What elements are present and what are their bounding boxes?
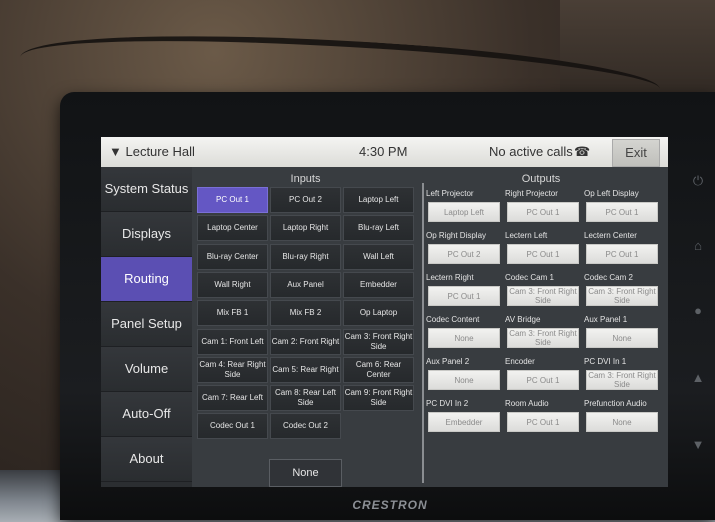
phone-icon: ☎ (574, 144, 591, 159)
input-button-laptop-center[interactable]: Laptop Center (197, 215, 268, 242)
input-button-cam-1-front-left[interactable]: Cam 1: Front Left (197, 328, 268, 355)
output-route-room-audio[interactable]: PC Out 1 (507, 412, 579, 432)
output-route-lectern-right[interactable]: PC Out 1 (428, 286, 500, 306)
input-button-cam-4-rear-right-side[interactable]: Cam 4: Rear Right Side (197, 356, 268, 383)
input-button-mix-fb-2[interactable]: Mix FB 2 (270, 300, 341, 327)
input-button-blu-ray-center[interactable]: Blu-ray Center (197, 243, 268, 270)
output-route-prefunction-audio[interactable]: None (586, 412, 658, 432)
output-route-left-projector[interactable]: Laptop Left (428, 202, 500, 222)
input-button-cam-8-rear-left-side[interactable]: Cam 8: Rear Left Side (270, 385, 341, 412)
output-label-av-bridge: AV Bridge (505, 315, 541, 324)
power-icon[interactable]: ⏻ (690, 173, 706, 189)
output-label-op-left-display: Op Left Display (584, 189, 639, 198)
exit-button[interactable]: Exit (612, 139, 660, 167)
inputs-title: Inputs (290, 173, 321, 185)
output-label-aux-panel-1: Aux Panel 1 (584, 315, 628, 324)
sidebar-item-volume[interactable]: Volume (101, 347, 192, 392)
output-route-codec-content[interactable]: None (428, 328, 500, 348)
brand-logo: CRESTRON (352, 498, 428, 512)
output-label-op-right-display: Op Right Display (426, 231, 487, 240)
clock: 4:30 PM (359, 144, 408, 159)
outputs-title: Outputs (521, 173, 561, 185)
input-button-blu-ray-right[interactable]: Blu-ray Right (270, 243, 341, 270)
room-name: Lecture Hall (125, 144, 195, 159)
output-route-av-bridge[interactable]: Cam 3: Front Right Side (507, 328, 579, 348)
sidebar-item-routing[interactable]: Routing (101, 257, 192, 302)
output-label-lectern-left: Lectern Left (505, 231, 548, 240)
output-route-right-projector[interactable]: PC Out 1 (507, 202, 579, 222)
input-button-codec-out-2[interactable]: Codec Out 2 (270, 413, 341, 440)
sidebar-item-displays[interactable]: Displays (101, 212, 192, 257)
output-route-encoder[interactable]: PC Out 1 (507, 370, 579, 390)
input-button-codec-out-1[interactable]: Codec Out 1 (197, 413, 268, 440)
output-label-codec-cam-1: Codec Cam 1 (505, 273, 554, 282)
output-label-right-projector: Right Projector (505, 189, 558, 198)
up-arrow-icon[interactable]: ▲ (690, 370, 706, 386)
output-label-pc-dvi-in-1: PC DVI In 1 (584, 357, 627, 366)
input-button-mix-fb-1[interactable]: Mix FB 1 (197, 300, 268, 327)
input-button-op-laptop[interactable]: Op Laptop (343, 300, 414, 327)
output-route-pc-dvi-in-2[interactable]: Embedder (428, 412, 500, 432)
input-button-pc-out-1[interactable]: PC Out 1 (197, 187, 268, 213)
output-label-aux-panel-2: Aux Panel 2 (426, 357, 470, 366)
output-route-op-right-display[interactable]: PC Out 2 (428, 244, 500, 264)
input-button-embedder[interactable]: Embedder (343, 271, 414, 298)
sidebar-item-system-status[interactable]: System Status (101, 167, 192, 212)
top-bar: ▼ Lecture Hall 4:30 PM No active calls ☎… (101, 137, 668, 167)
output-label-codec-content: Codec Content (426, 315, 480, 324)
call-status: No active calls (489, 144, 573, 159)
input-button-cam-6-rear-center[interactable]: Cam 6: Rear Center (343, 356, 414, 383)
input-button-wall-right[interactable]: Wall Right (197, 271, 268, 298)
output-route-lectern-center[interactable]: PC Out 1 (586, 244, 658, 264)
sidebar-item-panel-setup[interactable]: Panel Setup (101, 302, 192, 347)
output-route-aux-panel-2[interactable]: None (428, 370, 500, 390)
output-route-lectern-left[interactable]: PC Out 1 (507, 244, 579, 264)
input-button-wall-left[interactable]: Wall Left (343, 243, 414, 270)
output-route-aux-panel-1[interactable]: None (586, 328, 658, 348)
output-route-op-left-display[interactable]: PC Out 1 (586, 202, 658, 222)
output-route-codec-cam-2[interactable]: Cam 3: Front Right Side (586, 286, 658, 306)
output-label-encoder: Encoder (505, 357, 535, 366)
output-label-codec-cam-2: Codec Cam 2 (584, 273, 633, 282)
output-route-pc-dvi-in-1[interactable]: Cam 3: Front Right Side (586, 370, 658, 390)
section-divider (422, 183, 424, 483)
input-button-pc-out-2[interactable]: PC Out 2 (270, 187, 341, 213)
room-selector[interactable]: ▼ Lecture Hall (109, 144, 195, 159)
input-button-blu-ray-left[interactable]: Blu-ray Left (343, 215, 414, 242)
input-button-laptop-left[interactable]: Laptop Left (343, 187, 414, 213)
none-button[interactable]: None (269, 459, 342, 487)
sidebar-nav: System Status Displays Routing Panel Setup V… (101, 167, 192, 487)
touch-screen: ▼ Lecture Hall 4:30 PM No active calls ☎… (101, 137, 668, 487)
input-button-cam-7-rear-left[interactable]: Cam 7: Rear Left (197, 385, 268, 412)
output-label-pc-dvi-in-2: PC DVI In 2 (426, 399, 469, 408)
lightbulb-icon[interactable]: ● (690, 303, 706, 319)
input-button-aux-panel[interactable]: Aux Panel (270, 271, 341, 298)
output-label-prefunction-audio: Prefunction Audio (584, 399, 647, 408)
output-label-room-audio: Room Audio (505, 399, 549, 408)
sidebar-item-about[interactable]: About (101, 437, 192, 482)
output-route-codec-cam-1[interactable]: Cam 3: Front Right Side (507, 286, 579, 306)
home-icon[interactable]: ⌂ (690, 238, 706, 254)
input-button-cam-2-front-right[interactable]: Cam 2: Front Right (270, 328, 341, 355)
output-label-lectern-right: Lectern Right (426, 273, 474, 282)
input-button-cam-9-front-right-side[interactable]: Cam 9: Front Right Side (343, 385, 414, 412)
sidebar-item-auto-off[interactable]: Auto-Off (101, 392, 192, 437)
input-button-cam-3-front-right-side[interactable]: Cam 3: Front Right Side (343, 328, 414, 355)
input-button-cam-5-rear-right[interactable]: Cam 5: Rear Right (270, 356, 341, 383)
input-button-laptop-right[interactable]: Laptop Right (270, 215, 341, 242)
down-arrow-icon[interactable]: ▼ (690, 437, 706, 453)
output-label-lectern-center: Lectern Center (584, 231, 637, 240)
output-label-left-projector: Left Projector (426, 189, 474, 198)
